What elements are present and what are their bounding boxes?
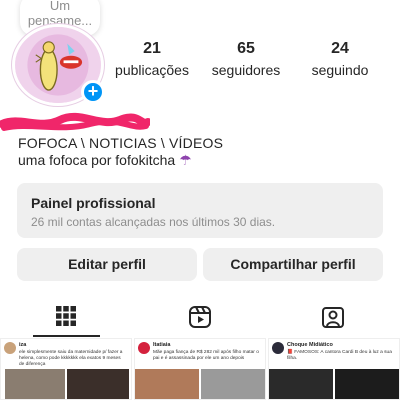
post-header: Itatiaia Mãe paga fiança de R$ 282 mil a… (138, 342, 262, 370)
add-story-button[interactable]: + (81, 80, 105, 104)
post-image (201, 369, 265, 399)
grid-post[interactable]: Itatiaia Mãe paga fiança de R$ 282 mil a… (134, 338, 266, 400)
post-author: iza (19, 342, 27, 348)
tab-reels[interactable] (133, 295, 266, 337)
tab-tagged[interactable] (266, 295, 399, 337)
post-avatar (4, 342, 16, 354)
umbrella-icon: ☂ (179, 152, 192, 168)
profile-tabs (0, 295, 400, 337)
posts-label: publicações (115, 62, 189, 78)
post-image (269, 369, 333, 399)
bio-line-2-text: uma fofoca por fofokitcha (18, 152, 176, 168)
tagged-icon (322, 307, 344, 328)
post-image (5, 369, 65, 399)
share-profile-button[interactable]: Compartilhar perfil (203, 248, 383, 281)
professional-dashboard[interactable]: Painel profissional 26 mil contas alcanç… (17, 183, 383, 238)
redacted-name (0, 112, 150, 131)
followers-count-stat[interactable]: 65 seguidores (208, 40, 284, 78)
post-image (67, 369, 129, 399)
post-image (135, 369, 199, 399)
bio-line-2: uma fofoca por fofokitcha ☂ (18, 152, 192, 169)
following-label: seguindo (311, 62, 369, 78)
post-text: Mãe paga fiança de R$ 282 mil após filho… (153, 350, 259, 361)
followers-count: 65 (237, 40, 255, 57)
followers-label: seguidores (211, 62, 281, 78)
bio-line-1: FOFOCA \ NOTICIAS \ VÍDEOS (18, 135, 224, 151)
grid-icon (56, 306, 76, 326)
following-count: 24 (331, 40, 349, 57)
post-text: ele simplesmente saiu da maternidade p/ … (19, 350, 123, 367)
grid-post[interactable]: Choque Midiático 📕 FAMOSOS: A cantora Ca… (268, 338, 400, 400)
posts-count: 21 (143, 40, 161, 57)
grid-post[interactable]: iza ele simplesmente saiu da maternidade… (0, 338, 132, 400)
post-header: Choque Midiático 📕 FAMOSOS: A cantora Ca… (272, 342, 396, 370)
following-count-stat[interactable]: 24 seguindo (300, 40, 380, 78)
active-tab-indicator (33, 335, 100, 337)
tab-grid[interactable] (0, 295, 133, 337)
pro-panel-subtitle: 26 mil contas alcançadas nos últimos 30 … (31, 215, 276, 229)
post-avatar (138, 342, 150, 354)
pro-panel-title: Painel profissional (31, 195, 156, 211)
posts-count-stat[interactable]: 21 publicações (112, 40, 192, 78)
post-avatar (272, 342, 284, 354)
reels-icon (189, 306, 211, 328)
edit-profile-button[interactable]: Editar perfil (17, 248, 197, 281)
post-header: iza ele simplesmente saiu da maternidade… (4, 342, 128, 370)
post-author: Choque Midiático (287, 342, 333, 348)
post-image (335, 369, 399, 399)
post-text: 📕 FAMOSOS: A cantora Cardi B deu à luz a… (287, 350, 392, 361)
post-author: Itatiaia (153, 342, 171, 348)
